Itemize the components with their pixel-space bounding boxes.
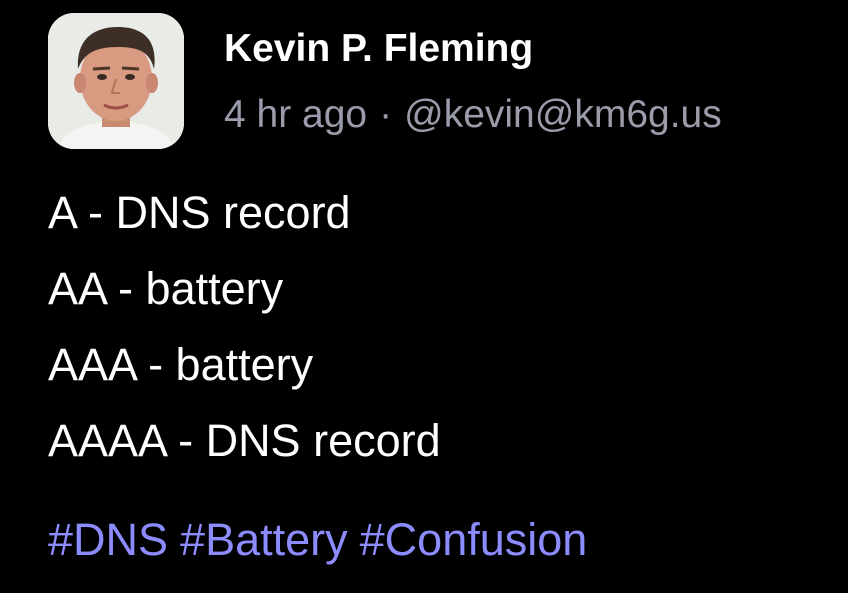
hashtag-dns[interactable]: #DNS — [48, 514, 168, 565]
post-line: A - DNS record — [48, 187, 351, 238]
author-avatar[interactable] — [48, 13, 184, 149]
hashtag-list: #DNS #Battery #Confusion — [48, 513, 587, 567]
author-name[interactable]: Kevin P. Fleming — [224, 26, 533, 72]
post-meta: 4 hr ago · @kevin@km6g.us — [224, 92, 722, 138]
profile-photo-icon — [48, 13, 184, 149]
post-card: Kevin P. Fleming 4 hr ago · @kevin@km6g.us… — [0, 0, 848, 593]
hashtag-battery[interactable]: #Battery — [180, 514, 348, 565]
post-body: A - DNS record AA - battery AAA - batter… — [48, 187, 441, 491]
post-line: AAAA - DNS record — [48, 415, 441, 466]
post-line: AAA - battery — [48, 339, 314, 390]
post-line: AA - battery — [48, 263, 284, 314]
meta-separator: · — [379, 93, 393, 136]
hashtag-confusion[interactable]: #Confusion — [360, 514, 588, 565]
post-timestamp[interactable]: 4 hr ago — [224, 92, 367, 138]
author-handle[interactable]: @kevin@km6g.us — [404, 92, 722, 138]
